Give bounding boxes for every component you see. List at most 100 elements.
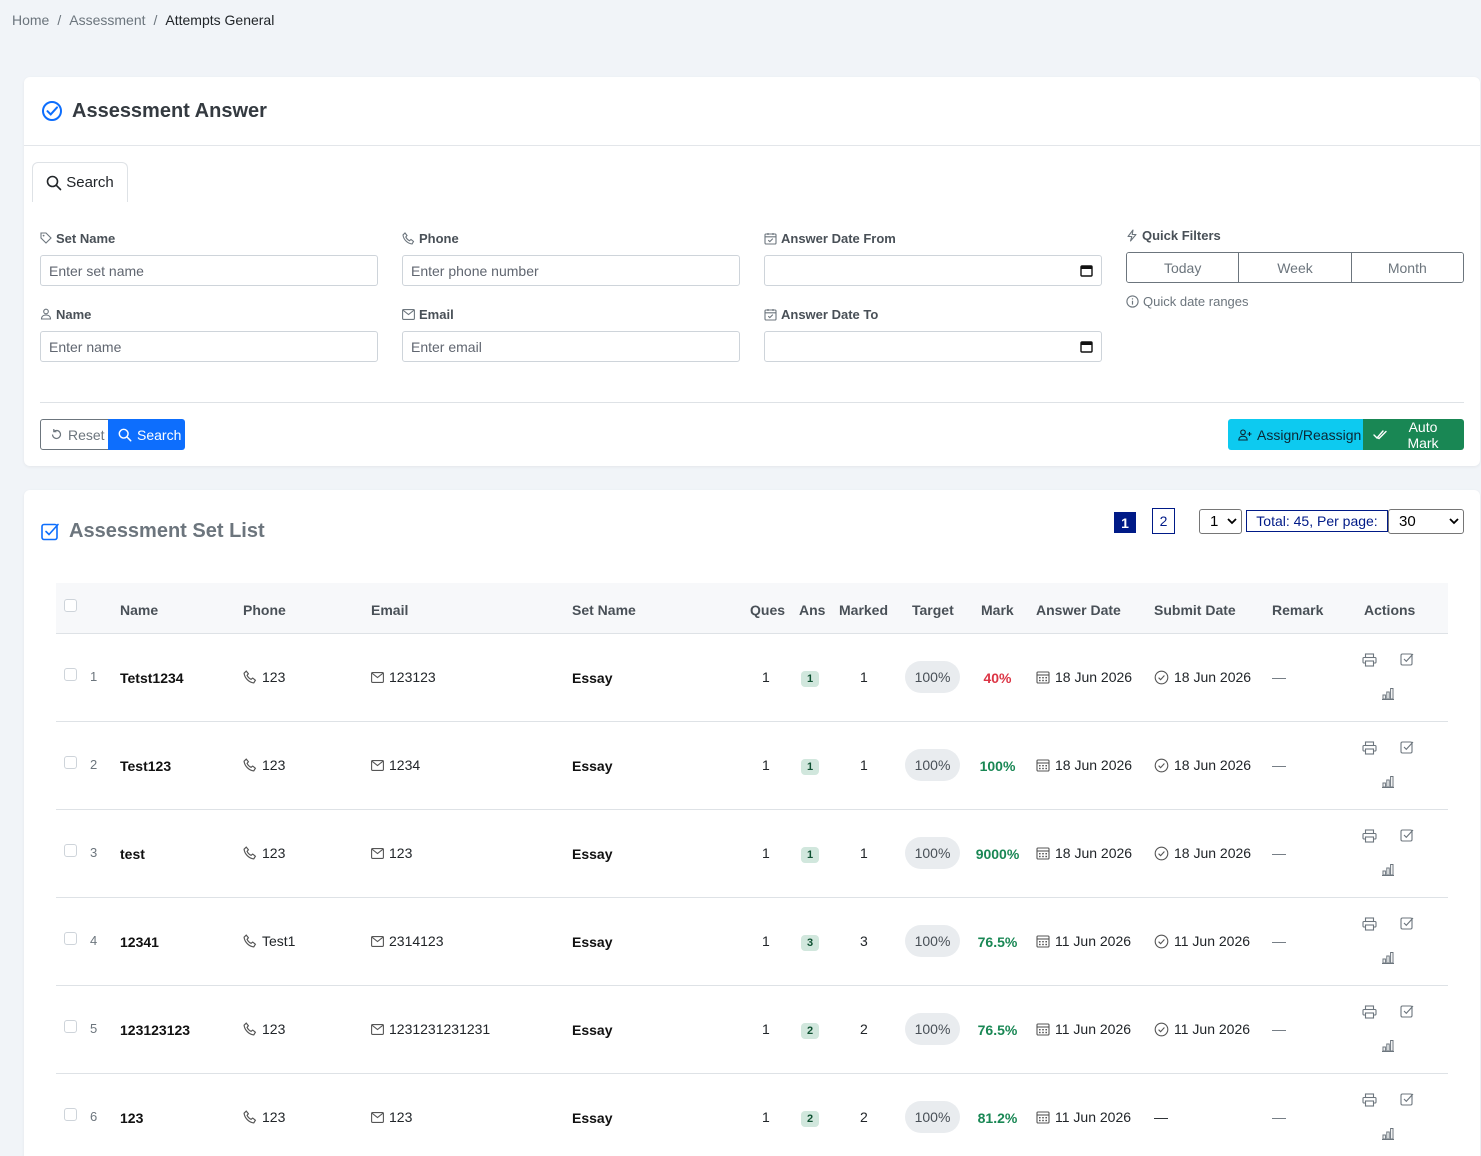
column-name[interactable]: Name <box>120 602 158 618</box>
row-mark: 100% <box>979 758 1016 774</box>
column-target[interactable]: Target <box>912 602 954 618</box>
info-icon <box>1126 295 1139 308</box>
per-page-select[interactable]: 30 <box>1388 509 1464 534</box>
calendar-check-icon <box>764 232 777 245</box>
mark-check-icon[interactable] <box>1400 828 1414 842</box>
row-checkbox[interactable] <box>64 668 77 681</box>
breadcrumb-assessment[interactable]: Assessment <box>69 12 145 28</box>
mark-check-icon[interactable] <box>1400 1092 1414 1106</box>
print-icon[interactable] <box>1362 1005 1377 1019</box>
row-number: 3 <box>90 845 98 860</box>
tab-search[interactable]: Search <box>32 162 128 202</box>
select-all-checkbox[interactable] <box>64 599 77 612</box>
quick-filters: Quick Filters Today Week Month Quick dat… <box>1126 227 1464 309</box>
column-remark[interactable]: Remark <box>1272 602 1323 618</box>
answer-date-to-input[interactable] <box>764 331 1102 362</box>
row-checkbox[interactable] <box>64 756 77 769</box>
row-submit-date-value: 11 Jun 2026 <box>1174 933 1251 949</box>
name-placeholder: Enter name <box>49 338 122 355</box>
row-name: test <box>120 846 145 862</box>
column-ans[interactable]: Ans <box>799 602 825 618</box>
row-remark: — <box>1272 1021 1286 1037</box>
print-icon[interactable] <box>1362 653 1377 667</box>
name-input[interactable]: Enter name <box>40 331 378 362</box>
quick-filter-month[interactable]: Month <box>1351 253 1463 282</box>
print-icon[interactable] <box>1362 917 1377 931</box>
column-actions: Actions <box>1364 602 1416 618</box>
row-ans-badge: 1 <box>801 671 820 687</box>
mark-check-icon[interactable] <box>1400 652 1414 666</box>
row-mark: 81.2% <box>977 1110 1018 1126</box>
bar-chart-icon[interactable] <box>1381 1039 1395 1052</box>
row-answer-date-value: 11 Jun 2026 <box>1055 1021 1132 1037</box>
column-answer-date[interactable]: Answer Date <box>1036 602 1121 618</box>
print-icon[interactable] <box>1362 741 1377 755</box>
breadcrumb: Home / Assessment / Attempts General <box>12 12 274 28</box>
calendar-icon[interactable] <box>1080 340 1093 353</box>
column-mark[interactable]: Mark <box>981 602 1014 618</box>
set-name-placeholder: Enter set name <box>49 262 144 279</box>
row-number: 5 <box>90 1021 98 1036</box>
column-submit-date[interactable]: Submit Date <box>1154 602 1236 618</box>
column-email[interactable]: Email <box>371 602 408 618</box>
calendar-icon <box>1036 934 1050 948</box>
breadcrumb-home[interactable]: Home <box>12 12 49 28</box>
page-title: Assessment Answer <box>72 99 267 122</box>
pagination-page-1[interactable]: 1 <box>1114 512 1136 533</box>
row-checkbox[interactable] <box>64 932 77 945</box>
bar-chart-icon[interactable] <box>1381 863 1395 876</box>
double-check-icon <box>1373 429 1387 440</box>
row-phone: 123 <box>243 757 285 773</box>
print-icon[interactable] <box>1362 1093 1377 1107</box>
answer-date-from-input[interactable] <box>764 255 1102 286</box>
set-name-input[interactable]: Enter set name <box>40 255 378 286</box>
row-checkbox[interactable] <box>64 1108 77 1121</box>
check-circle-icon <box>1154 670 1169 685</box>
chevron-down-icon <box>1227 518 1237 525</box>
page-select[interactable]: 1 <box>1199 509 1242 534</box>
mark-check-icon[interactable] <box>1400 1004 1414 1018</box>
name-label: Name <box>56 306 92 322</box>
phone-input[interactable]: Enter phone number <box>402 255 740 286</box>
person-icon <box>40 308 52 320</box>
search-button[interactable]: Search <box>108 419 185 450</box>
auto-mark-label: Auto Mark <box>1407 418 1439 451</box>
bar-chart-icon[interactable] <box>1381 951 1395 964</box>
reset-button[interactable]: Reset <box>40 419 109 450</box>
column-ques[interactable]: Ques <box>750 602 785 618</box>
pagination-page-2[interactable]: 2 <box>1152 508 1175 534</box>
bar-chart-icon[interactable] <box>1381 775 1395 788</box>
email-input[interactable]: Enter email <box>402 331 740 362</box>
row-submit-date: 18 Jun 2026 <box>1154 669 1251 685</box>
row-checkbox[interactable] <box>64 1020 77 1033</box>
bar-chart-icon[interactable] <box>1381 1127 1395 1140</box>
table-row: 4 12341 Test1 2314123 Essay 1 3 3 100% 7… <box>56 898 1448 986</box>
mark-check-icon[interactable] <box>1400 740 1414 754</box>
row-set-name: Essay <box>572 934 613 950</box>
column-set-name[interactable]: Set Name <box>572 602 636 618</box>
row-answer-date-value: 11 Jun 2026 <box>1055 1109 1132 1125</box>
answer-date-to-label: Answer Date To <box>781 306 879 322</box>
row-submit-date-value: 18 Jun 2026 <box>1174 845 1252 861</box>
auto-mark-button[interactable]: Auto Mark <box>1363 418 1464 451</box>
row-number: 4 <box>90 933 98 948</box>
row-number: 6 <box>90 1109 98 1124</box>
calendar-icon[interactable] <box>1080 264 1093 277</box>
bar-chart-icon[interactable] <box>1381 687 1395 700</box>
quick-filter-today[interactable]: Today <box>1127 253 1240 282</box>
row-answer-date-value: 18 Jun 2026 <box>1055 757 1133 773</box>
assign-reassign-button[interactable]: Assign/Reassign <box>1228 419 1363 450</box>
row-ans: 3 <box>801 935 820 951</box>
mark-check-icon[interactable] <box>1400 916 1414 930</box>
list-card-header: Assessment Set List <box>41 520 265 543</box>
row-checkbox[interactable] <box>64 844 77 857</box>
column-phone[interactable]: Phone <box>243 602 286 618</box>
print-icon[interactable] <box>1362 829 1377 843</box>
column-marked[interactable]: Marked <box>839 602 888 618</box>
quick-filter-week[interactable]: Week <box>1239 253 1352 282</box>
quick-filters-label: Quick Filters <box>1142 227 1221 243</box>
row-submit-date: — <box>1154 1109 1168 1125</box>
row-name: Tetst1234 <box>120 670 184 686</box>
row-ans: 1 <box>801 847 820 863</box>
row-ques: 1 <box>762 845 770 861</box>
